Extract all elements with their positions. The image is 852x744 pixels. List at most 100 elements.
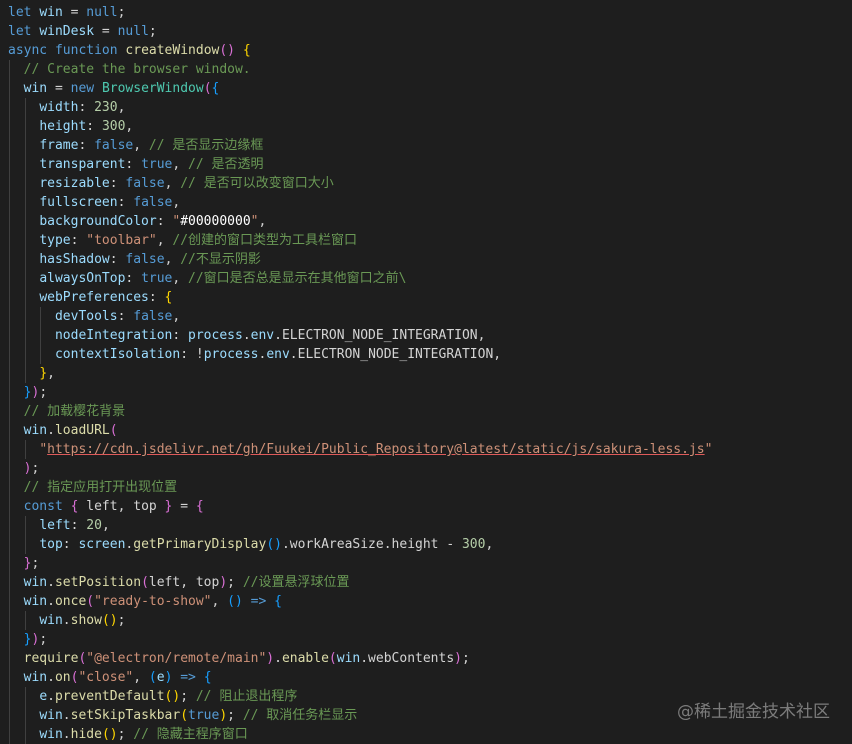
code-line[interactable]: win.setSkipTaskbar(true); // 取消任务栏显示	[8, 706, 712, 725]
code-area[interactable]: let win = null; let winDesk = null; async …	[8, 3, 712, 744]
code-token: 20	[86, 518, 102, 533]
code-token: .workAreaSize.height -	[281, 537, 462, 552]
code-token: {	[195, 499, 204, 514]
code-line[interactable]: const { left, top } = {	[8, 497, 712, 516]
code-token: {	[242, 43, 251, 58]
code-token: transparent	[39, 157, 126, 172]
code-token: ;	[117, 727, 134, 742]
code-token: ()	[227, 594, 243, 609]
code-line[interactable]: require("@electron/remote/main").enable(…	[8, 649, 712, 668]
code-token: e	[156, 670, 165, 685]
code-token: =	[172, 499, 196, 514]
code-token: ,	[485, 537, 494, 552]
code-token: ,	[172, 309, 181, 324]
code-editor[interactable]: let win = null; let winDesk = null; async …	[0, 0, 852, 744]
code-line[interactable]: async function createWindow() {	[8, 41, 712, 60]
code-line[interactable]: win.once("ready-to-show", () => {	[8, 592, 712, 611]
indent-guide	[9, 269, 10, 288]
code-line[interactable]: top: screen.getPrimaryDisplay().workArea…	[8, 535, 712, 554]
code-token: false	[94, 138, 134, 153]
watermark-text: @稀土掘金技术社区	[677, 702, 830, 722]
code-line[interactable]: webPreferences: {	[8, 288, 712, 307]
indent-guide	[24, 535, 26, 554]
code-token: backgroundColor	[39, 214, 157, 229]
code-line[interactable]: };	[8, 554, 712, 573]
indent-guide	[9, 592, 10, 611]
code-line[interactable]: win = new BrowserWindow({	[8, 79, 712, 98]
code-token: // 加载樱花背景	[23, 404, 126, 419]
code-line[interactable]: });	[8, 630, 712, 649]
indent-guide	[24, 288, 26, 307]
indent-guide	[9, 706, 10, 725]
code-line[interactable]: transparent: true, // 是否透明	[8, 155, 712, 174]
code-line[interactable]: nodeIntegration: process.env.ELECTRON_NO…	[8, 326, 712, 345]
indent-guide	[24, 345, 26, 364]
code-token: {	[274, 594, 282, 609]
indent-guide	[24, 706, 26, 725]
code-line[interactable]: });	[8, 383, 712, 402]
code-token: //窗口是否总是显示在其他窗口之前\	[188, 271, 407, 286]
code-line[interactable]: hasShadow: false, //不显示阴影	[8, 250, 712, 269]
code-line[interactable]: contextIsolation: !process.env.ELECTRON_…	[8, 345, 712, 364]
code-line[interactable]: // 指定应用打开出现位置	[8, 478, 712, 497]
indent-guide	[24, 307, 26, 326]
code-token: (	[180, 708, 189, 723]
code-line[interactable]: win.show();	[8, 611, 712, 630]
indent-guide	[9, 193, 10, 212]
code-line[interactable]: // 加载樱花背景	[8, 402, 712, 421]
code-token: .	[47, 423, 55, 438]
code-line[interactable]: win.on("close", (e) => {	[8, 668, 712, 687]
code-line[interactable]: left: 20,	[8, 516, 712, 535]
code-line[interactable]: fullscreen: false,	[8, 193, 712, 212]
code-line[interactable]: // Create the browser window.	[8, 60, 712, 79]
code-line[interactable]: "https://cdn.jsdelivr.net/gh/Fuukei/Publ…	[8, 440, 712, 459]
code-token: :	[86, 119, 102, 134]
code-token: :	[109, 176, 126, 191]
code-line[interactable]: alwaysOnTop: true, //窗口是否总是显示在其他窗口之前\	[8, 269, 712, 288]
code-line[interactable]: win.hide(); // 隐藏主程序窗口	[8, 725, 712, 744]
code-line[interactable]: win.setPosition(left, top); //设置悬浮球位置	[8, 573, 712, 592]
code-token: function	[54, 43, 118, 58]
code-token: //设置悬浮球位置	[242, 575, 350, 590]
indent-guide	[9, 668, 10, 687]
code-token: //创建的窗口类型为工具栏窗口	[172, 233, 358, 248]
code-line[interactable]: },	[8, 364, 712, 383]
code-token: ,	[164, 252, 181, 267]
code-line[interactable]: resizable: false, // 是否可以改变窗口大小	[8, 174, 712, 193]
code-token: e	[39, 689, 48, 704]
code-token: 300	[101, 119, 126, 134]
code-line[interactable]: );	[8, 459, 712, 478]
code-line[interactable]: backgroundColor: "#00000000",	[8, 212, 712, 231]
code-line[interactable]: type: "toolbar", //创建的窗口类型为工具栏窗口	[8, 231, 712, 250]
code-line[interactable]: height: 300,	[8, 117, 712, 136]
indent-guide	[40, 326, 42, 345]
code-line[interactable]: win.loadURL(	[8, 421, 712, 440]
code-token: =>	[250, 594, 267, 609]
indent-guide	[9, 440, 10, 459]
code-token: loadURL	[54, 423, 110, 438]
code-token: // 是否可以改变窗口大小	[180, 176, 334, 191]
indent-guide	[24, 725, 26, 744]
indent-guide	[9, 497, 10, 516]
code-line[interactable]: let win = null;	[8, 3, 712, 22]
code-line[interactable]: width: 230,	[8, 98, 712, 117]
code-token: ()	[219, 43, 235, 58]
code-token: // 是否透明	[188, 157, 264, 172]
code-token: (	[328, 651, 337, 666]
code-token: win	[39, 613, 63, 628]
code-line[interactable]: frame: false, // 是否显示边缘框	[8, 136, 712, 155]
code-line[interactable]: devTools: false,	[8, 307, 712, 326]
code-line[interactable]: e.preventDefault(); // 阻止退出程序	[8, 687, 712, 706]
code-token: .	[47, 689, 55, 704]
code-token: // 指定应用打开出现位置	[23, 480, 178, 495]
code-line[interactable]: let winDesk = null;	[8, 22, 712, 41]
code-token: true	[141, 157, 173, 172]
indent-guide	[9, 250, 10, 269]
indent-guide	[9, 402, 10, 421]
